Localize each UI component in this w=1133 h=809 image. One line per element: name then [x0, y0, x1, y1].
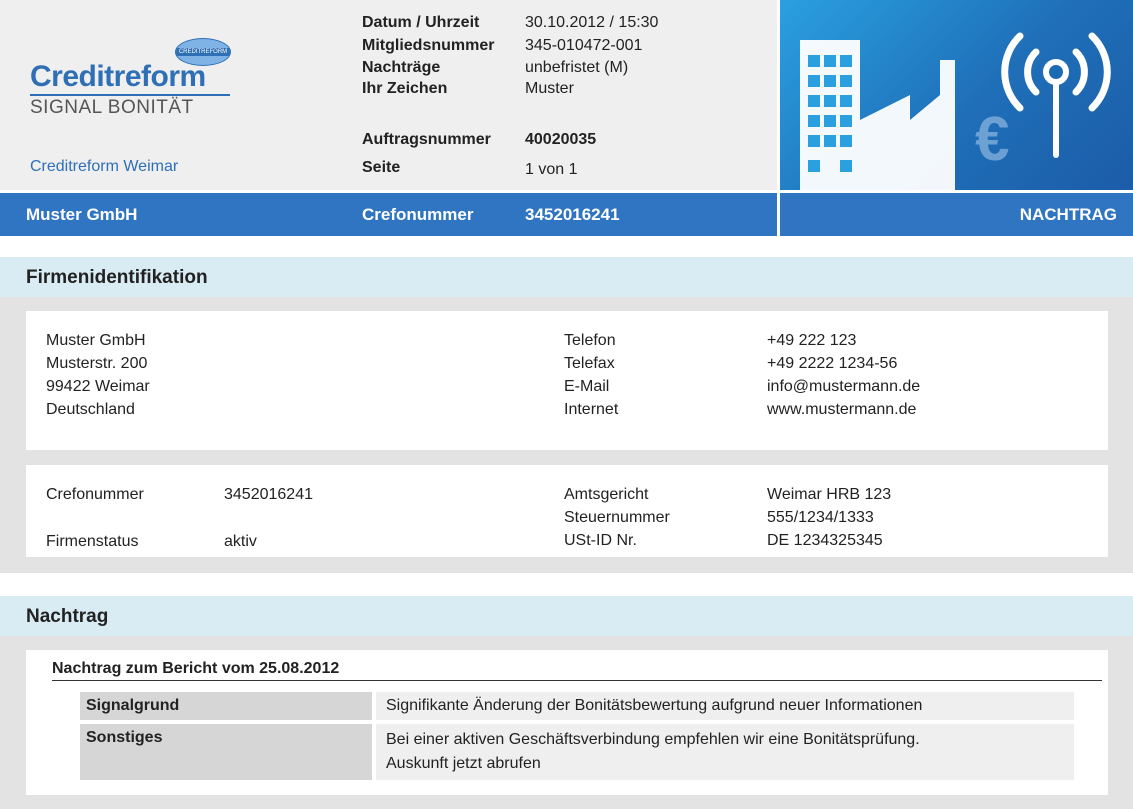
address-line: Deutschland: [46, 401, 135, 418]
factory-silhouette: [800, 40, 955, 190]
company-name: Muster GmbH: [26, 205, 138, 224]
creditreform-logo-text: Creditreform: [30, 60, 206, 93]
meta-label-nachtraege: Nachträge: [362, 59, 441, 76]
status-label: Firmenstatus: [46, 533, 139, 550]
row-value-signalgrund: Signifikante Änderung der Bonitätsbewert…: [376, 692, 1074, 720]
crefo-value: 3452016241: [224, 486, 313, 503]
crefo-number: 3452016241: [525, 205, 620, 224]
meta-value-nachtraege: unbefristet (M): [525, 59, 629, 76]
logo-subtitle: SIGNAL BONITÄT: [30, 97, 194, 118]
row-label-signalgrund: Signalgrund: [80, 692, 372, 720]
sonstiges-link-text: Auskunft jetzt abrufen: [386, 755, 541, 772]
reg-label-amtsgericht: Amtsgericht: [564, 486, 649, 503]
meta-value-seite: 1 von 1: [525, 161, 578, 178]
row-label-sonstiges: Sonstiges: [80, 724, 372, 780]
address-line: Muster GmbH: [46, 332, 146, 349]
meta-value-auftrag: 40020035: [525, 131, 597, 148]
signal-banner-graphic: €: [780, 0, 1133, 190]
sonstiges-text: Bei einer aktiven Geschäftsverbindung em…: [386, 731, 920, 748]
euro-icon: €: [975, 105, 1009, 174]
branch-name: Creditreform Weimar: [30, 158, 179, 175]
section-title-nachtrag: Nachtrag: [26, 606, 109, 627]
nachtrag-divider: [52, 680, 1102, 681]
report-type: NACHTRAG: [1019, 205, 1117, 224]
meta-label-seite: Seite: [362, 159, 401, 176]
reg-value-amtsgericht: Weimar HRB 123: [767, 486, 892, 503]
contact-label-telefon: Telefon: [564, 332, 616, 349]
logo-underline: [30, 94, 230, 96]
meta-label-zeichen: Ihr Zeichen: [362, 80, 448, 97]
banner-illustration: €: [800, 32, 1111, 190]
address-line: 99422 Weimar: [46, 378, 150, 395]
crefo-label: Crefonummer: [46, 486, 144, 503]
signal-icon: [1001, 32, 1111, 158]
nachtrag-subtitle: Nachtrag zum Bericht vom 25.08.2012: [52, 660, 340, 677]
row-value-sonstiges: Bei einer aktiven Geschäftsverbindung em…: [376, 724, 1074, 780]
contact-value-internet: www.mustermann.de: [767, 401, 917, 418]
reg-label-steuernummer: Steuernummer: [564, 509, 670, 526]
meta-value-datum: 30.10.2012 / 15:30: [525, 14, 659, 31]
meta-label-datum: Datum / Uhrzeit: [362, 14, 480, 31]
contact-value-telefax: +49 2222 1234-56: [767, 355, 898, 372]
status-value: aktiv: [224, 533, 257, 550]
section-header-nachtrag: [0, 596, 1133, 636]
reg-value-ustid: DE 1234325345: [767, 532, 883, 549]
meta-value-mitglied: 345-010472-001: [525, 37, 643, 54]
crefo-label: Crefonummer: [362, 205, 474, 224]
reg-value-steuernummer: 555/1234/1333: [767, 509, 874, 526]
meta-value-zeichen: Muster: [525, 80, 574, 97]
contact-label-internet: Internet: [564, 401, 619, 418]
contact-label-email: E-Mail: [564, 378, 610, 395]
meta-label-mitglied: Mitgliedsnummer: [362, 37, 495, 54]
reg-label-ustid: USt-ID Nr.: [564, 532, 637, 549]
meta-label-auftrag: Auftragsnummer: [362, 131, 491, 148]
report-header: CREDITREFORM Creditreform SIGNAL BONITÄT…: [0, 0, 777, 190]
contact-label-telefax: Telefax: [564, 355, 615, 372]
contact-value-telefon: +49 222 123: [767, 332, 857, 349]
globe-band-text: CREDITREFORM: [176, 48, 230, 56]
section-title-firmenidentifikation: Firmenidentifikation: [26, 267, 208, 288]
address-line: Musterstr. 200: [46, 355, 148, 372]
contact-value-email: info@mustermann.de: [767, 378, 921, 395]
